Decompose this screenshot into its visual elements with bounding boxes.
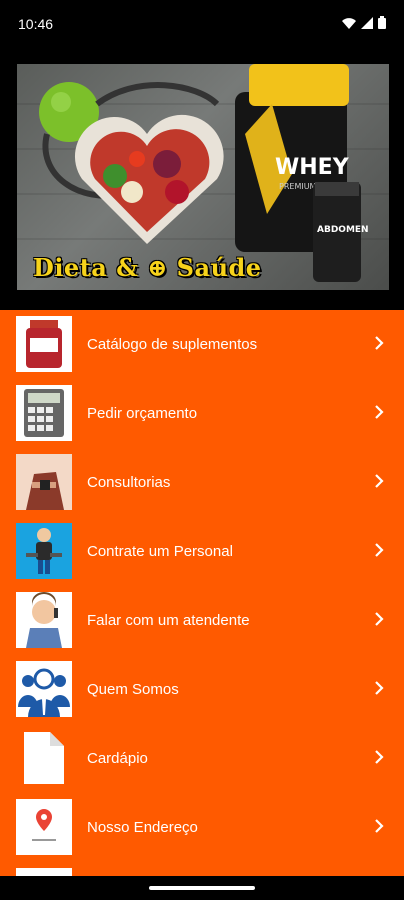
capsule-bottle-icon: ABDOMEN	[313, 182, 369, 282]
battery-icon	[378, 16, 386, 29]
supplement-jar-icon	[16, 316, 72, 372]
menu-list: Catálogo de suplementos Pedir orçamento …	[0, 310, 404, 876]
menu-item-label: Catálogo de suplementos	[87, 336, 258, 353]
menu-item-label: Consultorias	[87, 474, 171, 491]
menu-item-label: Cardápio	[87, 750, 148, 767]
team-icon	[16, 661, 72, 717]
navigation-bar	[0, 876, 404, 900]
status-bar: 10:46	[0, 0, 404, 48]
menu-item-orcamento[interactable]: Pedir orçamento	[0, 379, 404, 448]
chevron-right-icon	[375, 474, 384, 488]
support-agent-icon	[16, 592, 72, 648]
menu-item-label: Nosso Endereço	[87, 819, 198, 836]
menu-item-catalogo[interactable]: Catálogo de suplementos	[0, 310, 404, 379]
menu-item-personal[interactable]: Contrate um Personal	[0, 517, 404, 586]
google-maps-icon	[16, 799, 72, 855]
status-icons	[342, 16, 386, 29]
menu-item-label: Contrate um Personal	[87, 543, 233, 560]
banner: WHEY PREMIUM ABDOMEN Dieta & ⊕ Saúde	[0, 48, 404, 310]
menu-item-cardapio[interactable]: Cardápio	[0, 724, 404, 793]
home-gesture-handle[interactable]	[149, 886, 255, 890]
menu-item-label: Pedir orçamento	[87, 405, 198, 422]
wifi-icon	[342, 17, 356, 29]
menu-item-consultorias[interactable]: Consultorias	[0, 448, 404, 517]
partial-item-icon	[16, 868, 72, 876]
chevron-right-icon	[375, 612, 384, 626]
menu-item-endereco[interactable]: Nosso Endereço	[0, 793, 404, 862]
signal-icon	[361, 16, 373, 29]
chevron-right-icon	[375, 750, 384, 764]
chevron-right-icon	[375, 819, 384, 833]
heart-bowl-icon	[74, 114, 224, 244]
svg-text:PREMIUM: PREMIUM	[279, 182, 317, 191]
chevron-right-icon	[375, 543, 384, 557]
chevron-right-icon	[375, 405, 384, 419]
personal-trainer-icon	[16, 523, 72, 579]
svg-text:ABDOMEN: ABDOMEN	[317, 225, 369, 235]
consultation-icon	[16, 454, 72, 510]
chevron-right-icon	[375, 681, 384, 695]
menu-item-partial[interactable]	[0, 862, 404, 876]
banner-title: Dieta & ⊕ Saúde	[33, 253, 262, 282]
status-time: 10:46	[18, 16, 54, 32]
menu-item-quem-somos[interactable]: Quem Somos	[0, 655, 404, 724]
document-icon	[16, 730, 72, 786]
chevron-right-icon	[375, 336, 384, 350]
calculator-icon	[16, 385, 72, 441]
menu-item-atendente[interactable]: Falar com um atendente	[0, 586, 404, 655]
menu-item-label: Falar com um atendente	[87, 612, 250, 629]
svg-text:WHEY: WHEY	[275, 155, 350, 180]
banner-image: WHEY PREMIUM ABDOMEN Dieta & ⊕ Saúde	[17, 64, 389, 290]
menu-item-label: Quem Somos	[87, 681, 179, 698]
